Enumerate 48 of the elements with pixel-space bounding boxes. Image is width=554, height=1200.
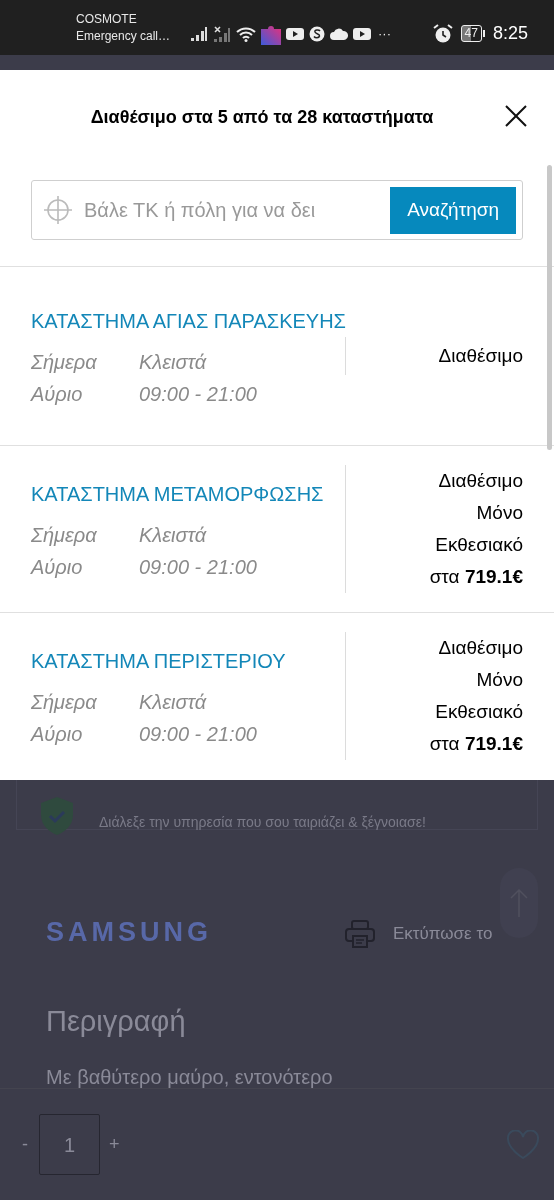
minus-button[interactable]: -	[22, 1131, 39, 1158]
hours-value: 09:00 - 21:00	[139, 381, 258, 407]
alarm-icon	[432, 23, 453, 44]
section-title: Περιγραφή	[46, 1004, 186, 1039]
availability-text: Διαθέσιμο	[438, 344, 523, 368]
wifi-icon	[236, 25, 256, 42]
day-label: Αύριο	[31, 721, 84, 747]
plus-button[interactable]: +	[109, 1131, 120, 1158]
day-label: Αύριο	[31, 554, 84, 580]
battery-level: 47	[460, 25, 482, 42]
availability-text: Διαθέσιμο Μόνο Εκθεσιακό στα 719.1€	[429, 636, 523, 756]
printer-icon	[345, 920, 375, 948]
carrier-name: COSMOTE	[76, 10, 138, 28]
day-label: Σήμερα	[31, 349, 98, 375]
search-field[interactable]: Βάλε ΤΚ ή πόλη για να δει Αναζήτηση	[31, 180, 523, 240]
hours-value: 09:00 - 21:00	[139, 721, 258, 747]
hours-value: Κλειστά	[139, 689, 208, 715]
hours-value: 09:00 - 21:00	[139, 554, 258, 580]
close-icon	[504, 104, 528, 128]
more-indicator: ···	[378, 24, 391, 43]
day-label: Σήμερα	[31, 689, 98, 715]
brand-logo: SAMSUNG	[46, 919, 212, 946]
hours-value: Κλειστά	[139, 522, 208, 548]
quantity-field[interactable]: 1	[39, 1114, 100, 1175]
search-button[interactable]: Αναζήτηση	[390, 186, 516, 234]
store-link[interactable]: ΚΑΤΑΣΤΗΜΑ ΠΕΡΙΣΤΕΡΙΟΥ	[31, 642, 351, 680]
no-signal-icon	[213, 24, 231, 43]
network-status: Emergency call…	[76, 27, 172, 45]
store-link[interactable]: ΚΑΤΑΣΤΗΜΑ ΜΕΤΑΜΟΡΦΩΣΗΣ	[31, 475, 351, 513]
video-play-icon	[353, 26, 371, 41]
availability-text: Διαθέσιμο Μόνο Εκθεσιακό στα 719.1€	[429, 469, 523, 589]
description-text: Με βαθύτερο μαύρο, εντονότερο	[46, 1065, 333, 1090]
print-link[interactable]: Εκτύπωσε το	[393, 921, 493, 947]
day-label: Σήμερα	[31, 522, 98, 548]
signal-icon	[190, 25, 208, 42]
video-play-icon	[286, 26, 304, 41]
store-link[interactable]: ΚΑΤΑΣΤΗΜΑ ΑΓΙΑΣ ΠΑΡΑΣΚΕΥΗΣ	[31, 302, 351, 340]
day-label: Αύριο	[31, 381, 84, 407]
battery-tip	[482, 30, 485, 37]
clock-time: 8:25	[492, 22, 528, 45]
hours-value: Κλειστά	[139, 349, 208, 375]
close-button[interactable]	[504, 104, 528, 128]
service-note: Διάλεξε την υπηρεσία που σου ταιριάζει & ξέγνοιασε!	[99, 813, 427, 829]
s-circle-icon	[309, 25, 325, 42]
cloud-icon	[330, 27, 348, 40]
crosshair-icon	[42, 194, 74, 226]
shield-check-icon	[39, 796, 75, 836]
modal-title: Διαθέσιμο στα 5 από τα 28 καταστήματα	[90, 106, 435, 129]
